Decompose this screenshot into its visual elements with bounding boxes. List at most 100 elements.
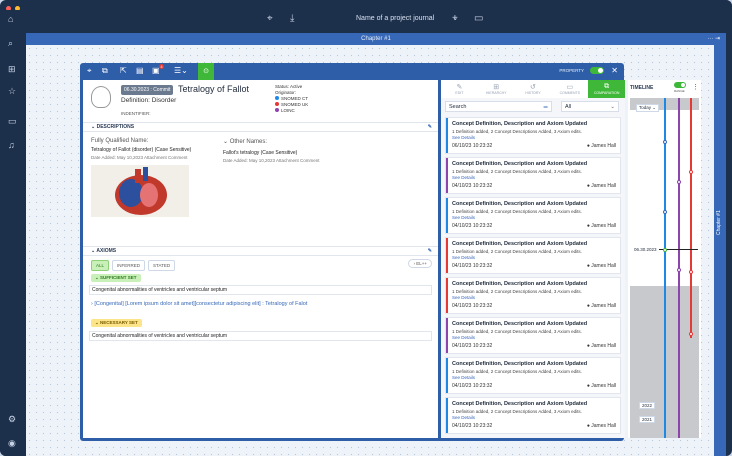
- chat-icon[interactable]: ▭: [474, 13, 483, 24]
- see-details-link[interactable]: See Details: [452, 215, 475, 220]
- list-icon[interactable]: ☰⌄: [174, 66, 188, 75]
- card-description: 1 Definition added, 2 Concept Descriptio…: [452, 249, 582, 254]
- history-card[interactable]: Concept Definition, Description and Axio…: [445, 157, 621, 194]
- card-description: 1 Definition added, 2 Concept Descriptio…: [452, 169, 582, 174]
- el-button[interactable]: › EL++: [408, 259, 432, 268]
- card-title: Concept Definition, Description and Axio…: [452, 121, 588, 127]
- axioms-header[interactable]: ⌄ AXIOMS ✎: [83, 246, 438, 256]
- tab-history[interactable]: ↺ HISTORY: [515, 80, 552, 98]
- copy-icon[interactable]: ⧉: [102, 66, 108, 76]
- card-title: Concept Definition, Description and Axio…: [452, 281, 588, 287]
- see-details-link[interactable]: See Details: [452, 135, 475, 140]
- crosshair-icon[interactable]: ⌖: [267, 13, 273, 24]
- see-details-link[interactable]: See Details: [452, 375, 475, 380]
- pill-all[interactable]: ALL: [91, 260, 110, 271]
- card-date: 06/10/23 10:23:32: [452, 143, 493, 149]
- timeline-node[interactable]: [663, 248, 667, 252]
- year-chip[interactable]: 2022: [639, 402, 656, 409]
- card-user: ● James Hall: [586, 223, 616, 229]
- see-details-link[interactable]: See Details: [452, 175, 475, 180]
- card-title: Concept Definition, Description and Axio…: [452, 201, 588, 207]
- history-card[interactable]: Concept Definition, Description and Axio…: [445, 357, 621, 394]
- settings-icon[interactable]: ⚙: [8, 414, 16, 425]
- property-label: PROPERTY: [559, 68, 584, 73]
- timeline-node[interactable]: [677, 180, 681, 184]
- see-details-link[interactable]: See Details: [452, 335, 475, 340]
- bell-icon[interactable]: ♫: [8, 140, 15, 150]
- home-icon[interactable]: ⌂: [8, 14, 13, 24]
- sufficient-set-tag[interactable]: ⌄ SUFFICIENT SET: [91, 274, 141, 282]
- more-icon[interactable]: ⋮: [692, 83, 699, 91]
- timeline-node[interactable]: [689, 332, 693, 336]
- year-chip[interactable]: 2021: [639, 416, 656, 423]
- card-user: ● James Hall: [586, 343, 616, 349]
- search-icon[interactable]: ⌕: [8, 38, 13, 49]
- timeline-line-red: [690, 98, 692, 338]
- today-chip[interactable]: Today ⌄: [636, 104, 660, 112]
- definition-text: Definition: Disorder: [121, 97, 177, 104]
- history-card[interactable]: Concept Definition, Description and Axio…: [445, 317, 621, 354]
- document-icon[interactable]: ▤: [136, 66, 144, 75]
- filter-icon[interactable]: ⚌: [543, 102, 548, 112]
- other-names-label[interactable]: ⌄ Other Names:: [223, 138, 267, 145]
- timeline-node[interactable]: [689, 270, 693, 274]
- filter-select[interactable]: All ⌄: [561, 101, 619, 112]
- card-color-bar: [446, 358, 448, 393]
- history-card[interactable]: Concept Definition, Description and Axio…: [445, 397, 621, 434]
- user-icon[interactable]: ◉: [8, 438, 16, 449]
- hierarchy-icon: ⊞: [493, 84, 500, 91]
- history-card[interactable]: Concept Definition, Description and Axio…: [445, 117, 621, 154]
- edit-icon[interactable]: ✎: [428, 123, 432, 132]
- window-toolbar: ⌖ ⧉ ⇱ ▤ ▣ 4 ☰⌄ ⊙ PROPERTY ✕: [80, 63, 624, 80]
- hierarchy-icon[interactable]: ⊞: [8, 64, 16, 75]
- descriptions-header[interactable]: ⌄ DESCRIPTIONS ✎: [83, 122, 438, 132]
- comment-icon[interactable]: ▭: [8, 116, 17, 127]
- share-icon[interactable]: ⇱: [120, 66, 127, 75]
- history-card[interactable]: Concept Definition, Description and Axio…: [445, 197, 621, 234]
- download-icon[interactable]: ⤓: [290, 13, 294, 24]
- card-user: ● James Hall: [586, 183, 616, 189]
- tab-comments[interactable]: ▭ COMMENTS: [551, 80, 588, 98]
- tab-comparation[interactable]: ⧉ COMPARATION: [588, 80, 625, 98]
- card-date: 04/10/23 10:23:32: [452, 183, 493, 189]
- see-details-link[interactable]: See Details: [452, 255, 475, 260]
- star-icon[interactable]: ☆: [8, 86, 16, 97]
- search-input[interactable]: Search ⚌: [445, 101, 552, 112]
- tab-edit[interactable]: ✎ EDIT: [441, 80, 478, 98]
- necessary-row: Congenital abnormalities of ventricles a…: [89, 331, 432, 341]
- fqn-meta: Date Added: May 10,2023 Attachment Comme…: [91, 155, 188, 160]
- chapter-bar: Chapter #1 ··· ⇥: [26, 33, 726, 45]
- edit-icon[interactable]: ✎: [428, 247, 432, 256]
- card-color-bar: [446, 238, 448, 273]
- timeline-node[interactable]: [663, 140, 667, 144]
- see-details-link[interactable]: See Details: [452, 295, 475, 300]
- chapter-side-tab[interactable]: Chapter #1: [714, 45, 726, 456]
- timeline-node[interactable]: [677, 268, 681, 272]
- pill-stated[interactable]: STATED: [148, 260, 176, 271]
- axiom-line[interactable]: › [Congenital] [Lorem ipsum dolor sit am…: [91, 301, 307, 307]
- commit-chip[interactable]: 06.30.2023 : Commit: [121, 85, 174, 95]
- property-toggle[interactable]: [590, 67, 604, 74]
- left-sidebar: ⌂ ⌕ ⊞ ☆ ▭ ♫ ⚙ ◉: [0, 10, 26, 456]
- chapter-actions[interactable]: ··· ⇥: [707, 33, 720, 45]
- timeline-node[interactable]: [663, 210, 667, 214]
- close-icon[interactable]: ✕: [611, 66, 618, 75]
- pill-inferred[interactable]: INFERRED: [112, 260, 146, 271]
- crosshair-icon[interactable]: ⌖: [87, 66, 92, 76]
- history-card[interactable]: Concept Definition, Description and Axio…: [445, 237, 621, 274]
- add-icon[interactable]: +: [452, 13, 458, 24]
- tab-hierarchy[interactable]: ⊞ HIERARCHY: [478, 80, 515, 98]
- card-title: Concept Definition, Description and Axio…: [452, 241, 588, 247]
- journal-select[interactable]: Name of a project journal ⌄: [356, 14, 458, 22]
- see-details-link[interactable]: See Details: [452, 415, 475, 420]
- range-toggle[interactable]: [674, 82, 686, 88]
- concept-title: Tetralogy of Fallot: [178, 84, 250, 94]
- history-card[interactable]: Concept Definition, Description and Axio…: [445, 277, 621, 314]
- necessary-set-tag[interactable]: ⌄ NECESSARY SET: [91, 319, 142, 327]
- dot-icon: [275, 102, 279, 106]
- selected-tool-icon[interactable]: ⊙: [198, 63, 214, 80]
- card-color-bar: [446, 158, 448, 193]
- other-names-value: Fallot's tetralogy (Case Sensitive): [223, 150, 298, 156]
- timeline-node[interactable]: [689, 170, 693, 174]
- dot-icon: [275, 108, 279, 112]
